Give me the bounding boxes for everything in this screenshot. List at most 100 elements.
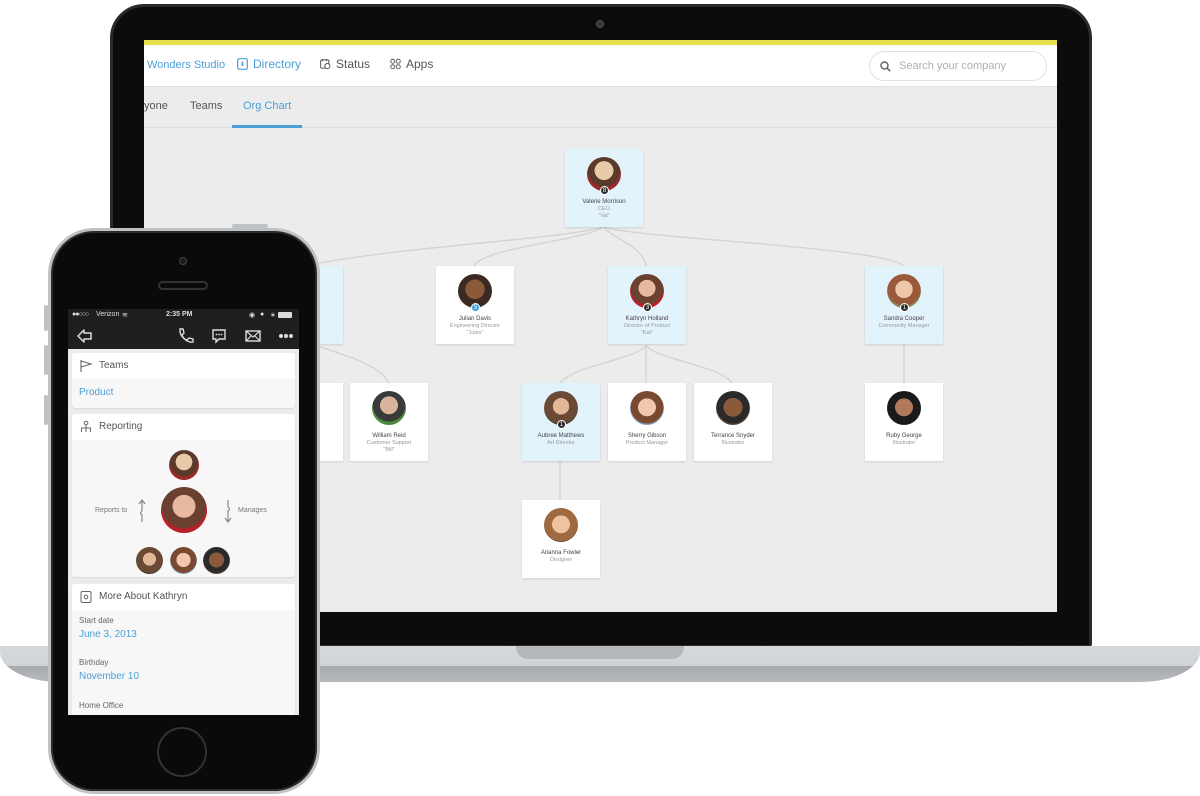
reports-count-badge: 1 — [557, 420, 566, 429]
signal-icon: ●●○○○ — [72, 311, 89, 318]
employee-avatar — [161, 487, 207, 533]
org-card-arianna-fowler[interactable]: Arianna Fowler Designer — [522, 500, 600, 578]
employee-nickname: "Val" — [598, 213, 610, 219]
active-tab-indicator — [232, 125, 302, 128]
start-date-value[interactable]: June 3, 2013 — [79, 629, 137, 640]
flag-icon — [80, 360, 93, 372]
back-icon[interactable] — [76, 327, 94, 345]
laptop-camera — [596, 20, 604, 28]
start-date-label: Start date — [79, 616, 114, 625]
direct-report-avatar[interactable] — [203, 547, 230, 574]
reports-count-badge: 5 — [471, 303, 480, 312]
employee-name: Sherry Gibson — [627, 433, 667, 439]
chat-icon[interactable] — [210, 327, 228, 345]
reports-count-badge: 3 — [643, 303, 652, 312]
company-name[interactable]: Wonders Studio — [147, 59, 225, 71]
employee-name: Sandra Cooper — [883, 316, 925, 322]
connector-ceo-julian — [473, 226, 604, 267]
direct-report-avatar[interactable] — [170, 547, 197, 574]
employee-nickname: "Jules" — [466, 330, 484, 336]
employee-title: Engineering Director — [449, 323, 501, 329]
employee-name: William Reid — [372, 433, 406, 439]
team-link[interactable]: Product — [79, 387, 113, 398]
employee-nickname: "Bill" — [383, 447, 395, 453]
org-card-ceo[interactable]: 8 Valerie Morrison CEO "Val" — [565, 149, 643, 227]
direct-report-avatar[interactable] — [136, 547, 163, 574]
profile-card-icon — [80, 591, 92, 603]
arrow-up-icon — [138, 499, 146, 522]
avatar — [716, 391, 750, 425]
search-icon — [880, 60, 891, 72]
more-about-card: More About Kathryn Start date June 3, 20… — [72, 584, 295, 715]
employee-name: Arianna Fowler — [540, 550, 582, 556]
employee-title: Illustrator — [721, 440, 745, 446]
search-box[interactable] — [869, 51, 1047, 81]
manager-avatar[interactable] — [169, 450, 199, 480]
top-navigation: Wonders Studio Directory Status Apps — [144, 45, 1057, 87]
reports-count-badge: 8 — [600, 186, 609, 195]
wifi-icon: ≋ — [122, 312, 128, 319]
reporting-card-header: Reporting — [72, 414, 295, 440]
employee-title: Art Director — [547, 440, 575, 446]
status-icon — [320, 58, 331, 70]
employee-name: Aubree Matthews — [537, 433, 585, 439]
carrier: Verizon — [96, 311, 120, 318]
employee-title: Customer Support — [366, 440, 412, 446]
reporting-card: Reporting Reports to Manages — [72, 414, 295, 577]
reporting-heading: Reporting — [99, 421, 143, 432]
reports-to-label: Reports to — [95, 507, 128, 514]
tab-org-chart[interactable]: Org Chart — [243, 100, 291, 112]
avatar — [630, 391, 664, 425]
tab-everyone[interactable]: yone — [144, 100, 168, 112]
laptop-trackpad-notch — [516, 646, 684, 659]
org-structure-icon — [81, 420, 91, 432]
teams-card: Teams Product — [72, 353, 295, 408]
org-card-terrance-snyder[interactable]: Terrance Snyder Illustrator — [694, 383, 772, 461]
connector-partial-william — [313, 344, 390, 384]
avatar — [887, 391, 921, 425]
directory-subtabs: yone Teams Org Chart — [144, 88, 1057, 128]
apps-icon — [390, 58, 401, 70]
connector-ceo-partial — [303, 226, 604, 267]
nav-status[interactable]: Status — [320, 57, 370, 71]
employee-title: Designer — [549, 557, 572, 563]
org-card-julian-davis[interactable]: 5 Julian Davis Engineering Director "Jul… — [436, 266, 514, 344]
phone-icon[interactable] — [176, 327, 194, 345]
phone-front-camera — [179, 257, 187, 265]
birthday-value[interactable]: November 10 — [79, 671, 139, 682]
org-card-ruby-george[interactable]: Ruby George Illustrator — [865, 383, 943, 461]
teams-card-header: Teams — [72, 353, 295, 379]
more-about-card-header: More About Kathryn — [72, 584, 295, 610]
org-card-kathryn-holland[interactable]: 3 Kathryn Holland Director of Product "K… — [608, 266, 686, 344]
alarm-icon: ● — [260, 311, 265, 318]
employee-nickname: "Kat" — [640, 330, 654, 336]
search-input[interactable] — [899, 60, 1039, 72]
org-card-sandra-cooper[interactable]: 1 Sandra Cooper Community Manager — [865, 266, 943, 344]
tab-teams[interactable]: Teams — [190, 100, 222, 112]
avatar — [544, 508, 578, 542]
nav-apps[interactable]: Apps — [390, 57, 433, 71]
connector-kathryn-terrance — [645, 344, 733, 384]
more-icon[interactable] — [277, 327, 295, 345]
org-card-aubree-matthews[interactable]: 1 Aubree Matthews Art Director — [522, 383, 600, 461]
nav-apps-label: Apps — [406, 57, 434, 71]
employee-name: Ruby George — [886, 433, 922, 439]
directory-icon — [237, 58, 248, 70]
bluetooth-icon: ∗ — [270, 312, 276, 319]
teams-heading: Teams — [99, 360, 129, 371]
clock: 2:35 PM — [166, 311, 193, 318]
org-card-sherry-gibson[interactable]: Sherry Gibson Product Manager — [608, 383, 686, 461]
phone-speaker — [158, 281, 208, 290]
employee-name: Valerie Morrison — [582, 199, 626, 205]
mail-icon[interactable] — [244, 327, 262, 345]
home-office-label: Home Office — [79, 701, 124, 710]
org-card-william-reid[interactable]: William Reid Customer Support "Bill" — [350, 383, 428, 461]
reports-count-badge: 1 — [900, 303, 909, 312]
connector-ceo-sandra — [602, 226, 905, 267]
birthday-label: Birthday — [79, 658, 109, 667]
employee-title: Community Manager — [878, 323, 930, 329]
arrow-down-icon — [224, 500, 232, 523]
nav-directory[interactable]: Directory — [237, 57, 301, 71]
connector-kathryn-aubree — [559, 344, 647, 384]
phone-home-button[interactable] — [157, 727, 207, 777]
